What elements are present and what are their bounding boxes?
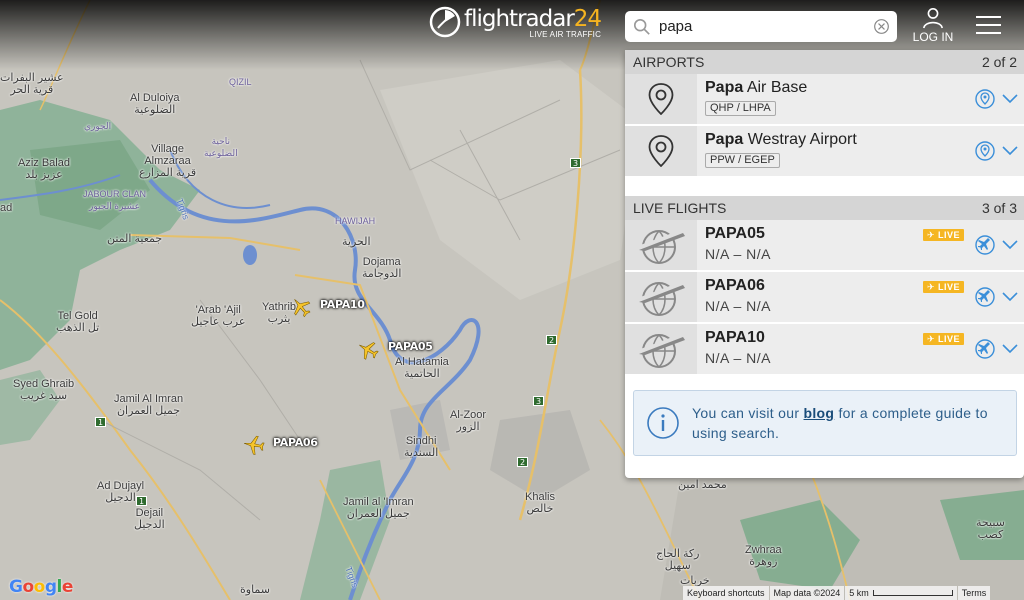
live-flights-heading: LIVE FLIGHTS bbox=[633, 200, 727, 216]
user-icon bbox=[923, 8, 943, 29]
place-label: JABOUR CLAN عشيرة الجبور bbox=[83, 189, 147, 211]
logo-wordmark: flightradar24 bbox=[464, 6, 602, 32]
place-label: ركة الحاج سهيل bbox=[656, 548, 700, 572]
airports-section-header: AIRPORTS 2 of 2 bbox=[625, 50, 1024, 74]
flight-result[interactable]: PAPA10 N/A – N/A ✈ LIVE bbox=[625, 324, 1024, 376]
track-flight-icon[interactable] bbox=[975, 235, 995, 255]
airport-name: Air Base bbox=[743, 79, 808, 96]
map-attribution: Keyboard shortcuts Map data ©2024 5 km T… bbox=[683, 586, 991, 600]
place-label: محمد امين bbox=[678, 479, 727, 491]
place-label: Al-Zoor الزور bbox=[450, 409, 487, 433]
place-label: ناحية الضلوعية bbox=[204, 136, 238, 158]
road-shield: 3 bbox=[533, 396, 544, 406]
aircraft-label[interactable]: PAPA05 bbox=[388, 340, 433, 353]
login-label: LOG IN bbox=[912, 30, 954, 44]
place-label: 'Arab 'Ajil عرب عاجيل bbox=[191, 304, 246, 328]
flight-callsign: PAPA05 bbox=[705, 225, 765, 242]
aircraft-label[interactable]: PAPA10 bbox=[320, 298, 365, 311]
live-flights-count: 3 of 3 bbox=[981, 200, 1017, 216]
road-shield: 1 bbox=[95, 417, 106, 427]
flight-callsign: PAPA10 bbox=[705, 329, 765, 346]
airports-heading: AIRPORTS bbox=[633, 54, 705, 70]
place-label: Jamil Al Imran جميل العمران bbox=[114, 393, 184, 417]
map-scale[interactable]: 5 km bbox=[845, 586, 957, 600]
info-icon bbox=[647, 407, 679, 439]
road-shield: 2 bbox=[546, 335, 557, 345]
globe-plane-icon bbox=[636, 280, 686, 316]
chevron-down-icon[interactable] bbox=[1002, 292, 1018, 302]
road-shield: 2 bbox=[517, 457, 528, 467]
road-shield: 3 bbox=[570, 158, 581, 168]
place-label: QIZIL bbox=[229, 77, 252, 87]
live-flights-section-header: LIVE FLIGHTS 3 of 3 bbox=[625, 196, 1024, 220]
place-label: عشير البفرات قرية الحر bbox=[0, 72, 64, 96]
terms-link[interactable]: Terms bbox=[957, 586, 991, 600]
flight-result[interactable]: PAPA05 N/A – N/A ✈ LIVE bbox=[625, 220, 1024, 272]
place-label: سماوة bbox=[240, 584, 271, 596]
place-label: Jamil al 'Imran جميل العمران bbox=[343, 496, 414, 520]
globe-plane-icon bbox=[636, 228, 686, 264]
place-label: Zwhraa زوهرة bbox=[745, 544, 782, 568]
flight-result[interactable]: PAPA06 N/A – N/A ✈ LIVE bbox=[625, 272, 1024, 324]
search-icon bbox=[633, 18, 650, 35]
keyboard-shortcuts-link[interactable]: Keyboard shortcuts bbox=[683, 586, 769, 600]
place-label: Dejail الدجيل bbox=[134, 507, 165, 531]
search-box[interactable] bbox=[625, 11, 897, 42]
aircraft-label[interactable]: PAPA06 bbox=[273, 436, 318, 449]
search-tip-box: You can visit our blog for a complete gu… bbox=[633, 390, 1017, 456]
place-label: Aziz Balad عزيز بلد bbox=[18, 157, 70, 181]
airport-result[interactable]: Papa Westray Airport PPW / EGEP bbox=[625, 126, 1024, 178]
place-label: Tel Gold تل الذهب bbox=[56, 310, 100, 334]
search-tip-text: You can visit our blog for a complete gu… bbox=[692, 405, 988, 441]
show-on-map-icon[interactable] bbox=[975, 89, 995, 109]
chevron-down-icon[interactable] bbox=[1002, 146, 1018, 156]
airport-code: QHP / LHPA bbox=[705, 101, 776, 116]
chevron-down-icon[interactable] bbox=[1002, 344, 1018, 354]
live-badge: ✈ LIVE bbox=[922, 229, 964, 241]
place-label: جمعية المتن bbox=[107, 233, 163, 245]
map-pin-icon bbox=[648, 83, 674, 115]
live-badge: ✈ LIVE bbox=[922, 281, 964, 293]
globe-plane-icon bbox=[636, 332, 686, 368]
place-label: الحرية bbox=[342, 236, 371, 248]
login-button[interactable]: LOG IN bbox=[912, 7, 954, 44]
place-label: Al Hatamia الحاتمية bbox=[395, 356, 449, 380]
airport-name-match: Papa bbox=[705, 79, 744, 96]
airports-count: 2 of 2 bbox=[981, 54, 1017, 70]
airport-result[interactable]: Papa Air Base QHP / LHPA bbox=[625, 74, 1024, 126]
radar-logo-icon bbox=[429, 6, 461, 38]
place-label: الجوري bbox=[84, 121, 112, 131]
live-badge: ✈ LIVE bbox=[922, 333, 964, 345]
chevron-down-icon[interactable] bbox=[1002, 240, 1018, 250]
map-pin-icon bbox=[648, 135, 674, 167]
show-on-map-icon[interactable] bbox=[975, 141, 995, 161]
track-flight-icon[interactable] bbox=[975, 339, 995, 359]
place-label: ad bbox=[0, 202, 13, 214]
place-label: Syed Ghraib سيد غريب bbox=[13, 378, 75, 402]
place-label: Khalis خالص bbox=[525, 491, 555, 515]
search-input[interactable] bbox=[659, 18, 859, 35]
clear-search-icon[interactable] bbox=[873, 18, 890, 35]
airport-name-match: Papa bbox=[705, 131, 744, 148]
hamburger-menu-icon[interactable] bbox=[976, 16, 1001, 36]
google-logo: Google bbox=[9, 577, 73, 597]
aircraft-icon[interactable] bbox=[241, 432, 266, 457]
place-label: HAWIJAH bbox=[335, 216, 376, 226]
place-label: Sindhi السندية bbox=[404, 435, 439, 459]
road-shield: 1 bbox=[136, 496, 147, 506]
blog-link[interactable]: blog bbox=[804, 405, 835, 421]
airport-name: Westray Airport bbox=[743, 131, 857, 148]
track-flight-icon[interactable] bbox=[975, 287, 995, 307]
section-spacer bbox=[625, 178, 1024, 196]
flight-callsign: PAPA06 bbox=[705, 277, 765, 294]
chevron-down-icon[interactable] bbox=[1002, 94, 1018, 104]
place-label: سبيحة كصب bbox=[976, 517, 1005, 541]
place-label: Village Almzaraa قرية المزارع bbox=[139, 143, 197, 179]
search-results-panel: AIRPORTS 2 of 2 Papa Air Base QHP / LHPA bbox=[625, 50, 1024, 478]
place-label: Al Duloiya الضلوعية bbox=[130, 92, 180, 116]
fr24-logo[interactable]: flightradar24 LIVE AIR TRAFFIC bbox=[429, 6, 602, 39]
place-label: Dojama الدوجامة bbox=[362, 256, 402, 280]
airport-code: PPW / EGEP bbox=[705, 153, 780, 168]
map-data-text: Map data ©2024 bbox=[769, 586, 845, 600]
